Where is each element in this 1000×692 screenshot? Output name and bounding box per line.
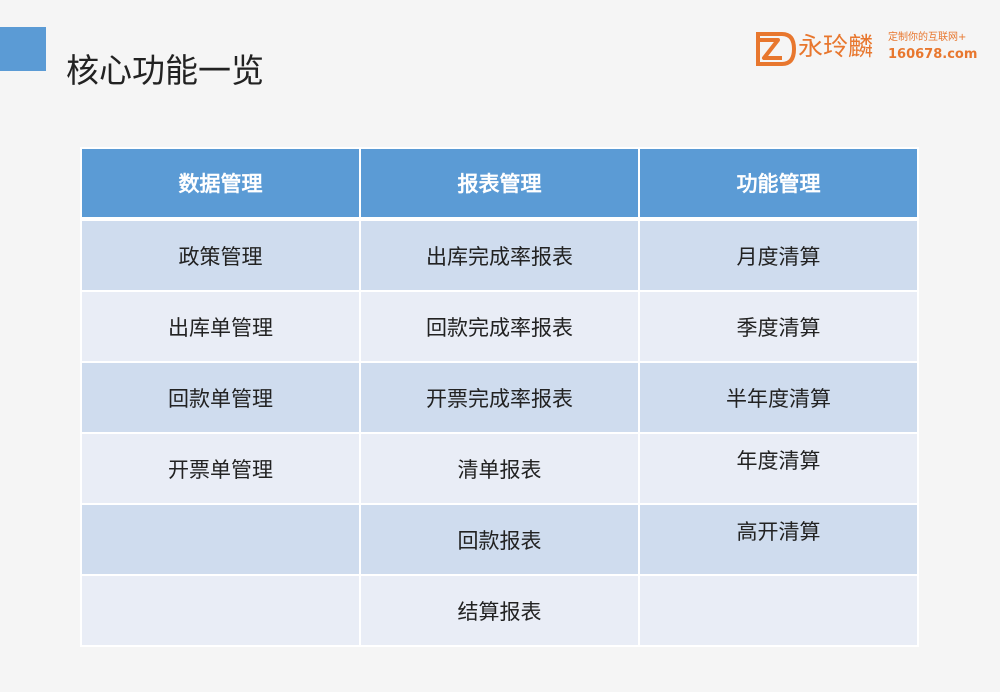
table-cell: 出库完成率报表 xyxy=(359,218,640,292)
features-table: 数据管理 报表管理 功能管理 政策管理 出库完成率报表 月度清算 出库单管理 回… xyxy=(80,147,919,647)
table-cell: 出库单管理 xyxy=(80,290,361,363)
table-cell: 清单报表 xyxy=(359,432,640,505)
table-cell: 结算报表 xyxy=(359,574,640,647)
header-function-management: 功能管理 xyxy=(638,147,919,221)
table-cell: 回款单管理 xyxy=(80,361,361,434)
logo-name: 永玲麟 xyxy=(798,32,874,61)
table-cell xyxy=(638,574,919,647)
table-cell: 月度清算 xyxy=(638,218,919,292)
table-row: 开票单管理 清单报表 年度清算 xyxy=(80,432,919,505)
table-header-row: 数据管理 报表管理 功能管理 xyxy=(80,147,919,221)
table-cell: 半年度清算 xyxy=(638,361,919,434)
table-cell: 回款完成率报表 xyxy=(359,290,640,363)
table-row: 政策管理 出库完成率报表 月度清算 xyxy=(80,218,919,292)
logo-mark-icon xyxy=(756,32,796,66)
table-cell: 高开清算 xyxy=(638,503,919,576)
table-cell: 开票单管理 xyxy=(80,432,361,505)
title-accent-bar xyxy=(0,27,46,71)
header-data-management: 数据管理 xyxy=(80,147,361,221)
table-row: 出库单管理 回款完成率报表 季度清算 xyxy=(80,290,919,363)
table-row: 结算报表 xyxy=(80,574,919,647)
table-cell xyxy=(80,574,361,647)
table-cell: 政策管理 xyxy=(80,218,361,292)
logo-tagline: 定制你的互联网+ xyxy=(888,32,967,43)
page-title: 核心功能一览 xyxy=(66,51,264,91)
logo-url: 160678.com xyxy=(888,47,978,62)
table-cell: 开票完成率报表 xyxy=(359,361,640,434)
features-table-container: 数据管理 报表管理 功能管理 政策管理 出库完成率报表 月度清算 出库单管理 回… xyxy=(80,147,919,647)
table-row: 回款报表 高开清算 xyxy=(80,503,919,576)
table-cell: 年度清算 xyxy=(638,432,919,505)
company-logo: 永玲麟 定制你的互联网+ 160678.com xyxy=(752,28,982,72)
table-cell: 季度清算 xyxy=(638,290,919,363)
table-row: 回款单管理 开票完成率报表 半年度清算 xyxy=(80,361,919,434)
table-cell xyxy=(80,503,361,576)
table-cell: 回款报表 xyxy=(359,503,640,576)
header-report-management: 报表管理 xyxy=(359,147,640,221)
